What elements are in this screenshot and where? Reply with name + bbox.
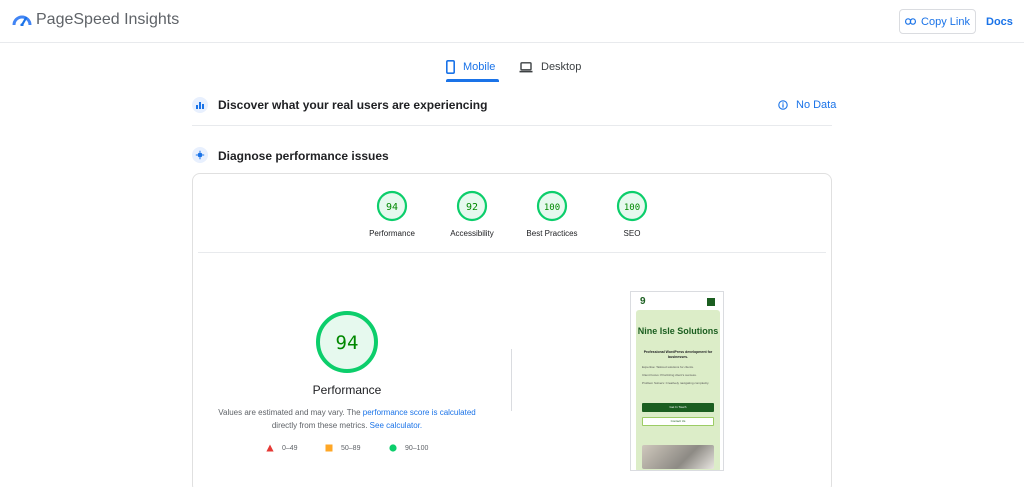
note-text-1: Values are estimated and may vary. The (218, 408, 363, 417)
note-text-2: directly from these metrics. (271, 421, 370, 430)
gauge-seo: 100 (616, 190, 648, 222)
vertical-divider (511, 349, 512, 411)
legend-average: 50–89 (325, 444, 360, 452)
see-calculator-link[interactable]: See calculator. (370, 421, 422, 430)
copy-link-label: Copy Link (921, 15, 970, 28)
performance-title: Performance (312, 383, 382, 397)
laptop-icon (519, 61, 533, 72)
score-value: 100 (624, 203, 640, 213)
legend-range: 50–89 (341, 444, 361, 452)
legend-range: 90–100 (405, 444, 429, 452)
performance-score-value: 94 (336, 332, 359, 354)
square-icon (325, 444, 333, 452)
score-label: Performance (369, 229, 415, 238)
preview-hero: Nine Isle Solutions Professional WordPre… (636, 310, 720, 470)
preview-subtitle: Professional WordPress development for b… (643, 350, 713, 359)
page-screenshot-preview: 9 Nine Isle Solutions Professional WordP… (630, 291, 724, 471)
score-seo[interactable]: 100 SEO (587, 190, 677, 238)
gauge-best-practices: 100 (536, 190, 568, 222)
legend-fail: 0–49 (266, 444, 298, 452)
active-tab-indicator (446, 79, 499, 82)
score-note: Values are estimated and may vary. The p… (210, 406, 484, 432)
link-icon (905, 18, 917, 25)
score-best-practices[interactable]: 100 Best Practices (507, 190, 597, 238)
gauge-accessibility: 92 (456, 190, 488, 222)
section-divider (192, 125, 832, 126)
preview-menu-icon (707, 298, 715, 306)
legend-range: 0–49 (282, 444, 298, 452)
tab-desktop[interactable]: Desktop (519, 56, 581, 78)
card-divider (198, 252, 826, 253)
top-bar: PageSpeed Insights Copy Link Docs (0, 0, 1024, 43)
info-icon (778, 100, 788, 110)
preview-line: Client Focus: Prioritizing client's succ… (642, 373, 697, 377)
docs-link[interactable]: Docs (986, 16, 1013, 28)
score-value: 94 (386, 202, 398, 213)
score-performance[interactable]: 94 Performance (347, 190, 437, 238)
pagespeed-logo-icon (12, 15, 32, 26)
triangle-icon (266, 444, 274, 452)
preview-primary-button: Get In Touch (642, 403, 714, 412)
field-data-title: Discover what your real users are experi… (218, 98, 488, 112)
tab-desktop-label: Desktop (541, 61, 582, 73)
preview-title: Nine Isle Solutions (637, 326, 719, 336)
score-label: Accessibility (450, 229, 494, 238)
preview-logo: 9 (640, 296, 646, 307)
tab-mobile[interactable]: Mobile (446, 56, 495, 78)
users-chart-icon (192, 97, 208, 113)
copy-link-button[interactable]: Copy Link (899, 9, 976, 34)
phone-icon (446, 60, 455, 74)
app-title: PageSpeed Insights (36, 11, 180, 28)
preview-line: Expertise: Tailored solutions for client… (642, 365, 694, 369)
no-data-label: No Data (796, 99, 837, 111)
score-value: 92 (466, 202, 478, 213)
score-value: 100 (544, 203, 560, 213)
legend-pass: 90–100 (389, 444, 428, 452)
score-label: Best Practices (526, 229, 578, 238)
score-calc-link[interactable]: performance score is calculated (363, 408, 476, 417)
diagnose-title: Diagnose performance issues (218, 149, 389, 163)
gauge-performance: 94 (376, 190, 408, 222)
preview-line: Problem Solvers: Creatively navigating c… (642, 381, 710, 385)
circle-icon (389, 444, 397, 452)
tab-mobile-label: Mobile (463, 61, 496, 73)
preview-image (642, 445, 714, 469)
score-accessibility[interactable]: 92 Accessibility (427, 190, 517, 238)
field-data-status: No Data (778, 99, 836, 111)
preview-secondary-button: Contact Us (642, 417, 714, 426)
score-label: SEO (623, 229, 641, 238)
lab-diagnostics-icon (192, 147, 208, 163)
performance-big-gauge: 94 (316, 311, 378, 373)
